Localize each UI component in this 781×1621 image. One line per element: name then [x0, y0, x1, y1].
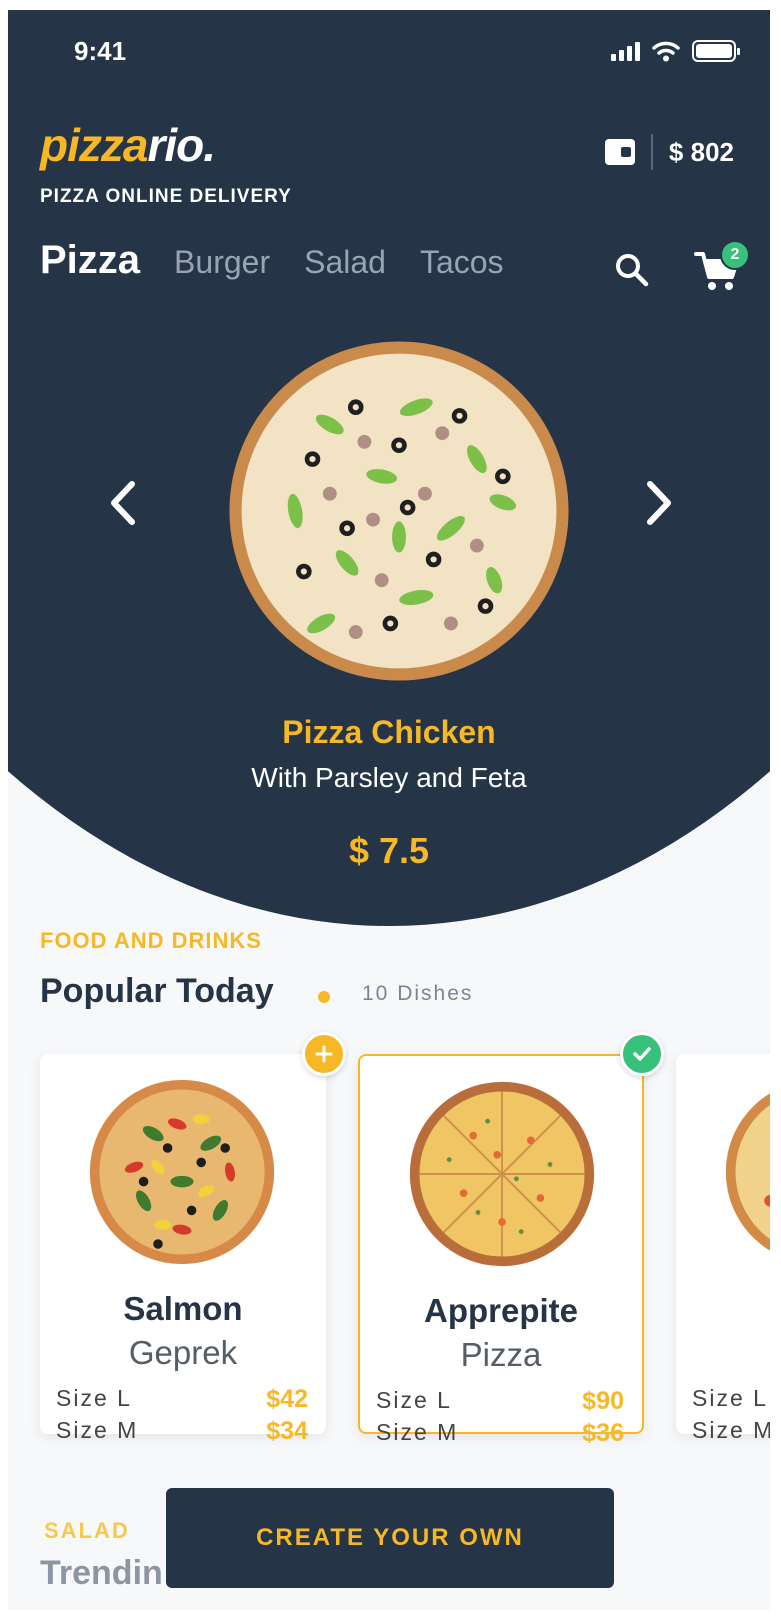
wallet-balance: $ 802 — [668, 136, 734, 167]
dish-card-name: M — [676, 1290, 770, 1328]
separator-dot — [318, 991, 330, 1003]
divider — [650, 134, 653, 170]
wallet[interactable]: $ 802 — [604, 134, 734, 170]
dish-card[interactable]: Salmon Geprek Size L $42 Size M $34 — [40, 1054, 326, 1445]
size-label: Size L — [56, 1385, 132, 1411]
status-time: 9:41 — [74, 36, 127, 66]
dish-card-subtitle: C — [676, 1334, 770, 1372]
dish-image — [409, 1081, 595, 1267]
size-label: Size M — [692, 1417, 770, 1443]
size-row: Size L $90 — [376, 1387, 624, 1416]
plus-icon — [315, 1045, 333, 1063]
featured-dish-name: Pizza Chicken — [282, 714, 496, 750]
dish-card-selected[interactable]: Apprepite Pizza Size L $90 Size M $36 — [358, 1054, 644, 1447]
search-icon[interactable] — [614, 252, 650, 288]
previous-arrow-icon[interactable] — [104, 478, 144, 528]
dish-card-subtitle: Geprek — [128, 1334, 238, 1371]
signal-icon — [611, 41, 640, 61]
cart-count-badge: 2 — [720, 240, 750, 270]
featured-dish-subtitle: With Parsley and Feta — [251, 762, 527, 793]
create-your-own-button[interactable]: CREATE YOUR OWN — [166, 1488, 614, 1588]
size-row: Size M — [692, 1417, 770, 1444]
dish-card[interactable]: M C Size L Size M — [676, 1054, 770, 1443]
size-label: Size M — [56, 1417, 139, 1443]
size-label: Size L — [376, 1387, 452, 1413]
size-price: $34 — [266, 1417, 308, 1445]
featured-pizza-image — [229, 341, 569, 681]
wifi-icon — [652, 41, 680, 62]
check-icon — [633, 1047, 651, 1061]
section-title: Popular Today — [40, 972, 274, 1010]
next-arrow-icon[interactable] — [638, 478, 678, 528]
category-tabs: Pizza Burger Salad Tacos — [40, 238, 504, 283]
dish-count: 10 Dishes — [362, 982, 474, 1005]
size-label: Size M — [376, 1419, 459, 1445]
dish-card-name: Apprepite — [423, 1292, 578, 1329]
brand-part1: pizza — [40, 119, 148, 171]
status-icons — [611, 40, 740, 62]
battery-icon — [692, 40, 740, 62]
section-kicker: FOOD AND DRINKS — [40, 928, 262, 953]
dish-image — [89, 1079, 275, 1265]
brand-part2: rio. — [147, 119, 216, 171]
size-price: $42 — [266, 1385, 308, 1413]
size-price: $36 — [582, 1419, 624, 1447]
dish-card-name: Salmon — [123, 1290, 243, 1327]
size-row: Size M $36 — [376, 1419, 624, 1448]
selected-check-button[interactable] — [620, 1032, 664, 1076]
size-row: Size L — [692, 1385, 770, 1412]
tab-tacos[interactable]: Tacos — [420, 244, 504, 281]
size-row: Size L $42 — [56, 1385, 308, 1414]
tab-salad[interactable]: Salad — [304, 244, 386, 281]
tab-pizza[interactable]: Pizza — [40, 238, 140, 283]
size-price: $90 — [582, 1387, 624, 1415]
featured-dish-price: $ 7.5 — [348, 830, 430, 871]
wallet-icon — [604, 139, 635, 165]
brand-logo: pizzario. — [40, 118, 216, 172]
salad-title: Trendin — [40, 1554, 163, 1592]
add-to-cart-button[interactable] — [302, 1032, 346, 1076]
size-row: Size M $34 — [56, 1417, 308, 1446]
size-label: Size L — [692, 1385, 768, 1411]
salad-kicker: SALAD — [44, 1518, 130, 1543]
dish-image — [725, 1093, 770, 1251]
app-screen: 9:41 pizzario. PIZZA ONLINE DELIVERY $ 8… — [8, 10, 770, 1610]
tagline: PIZZA ONLINE DELIVERY — [40, 186, 292, 207]
dish-card-subtitle: Pizza — [460, 1336, 542, 1373]
tab-burger[interactable]: Burger — [174, 244, 270, 281]
